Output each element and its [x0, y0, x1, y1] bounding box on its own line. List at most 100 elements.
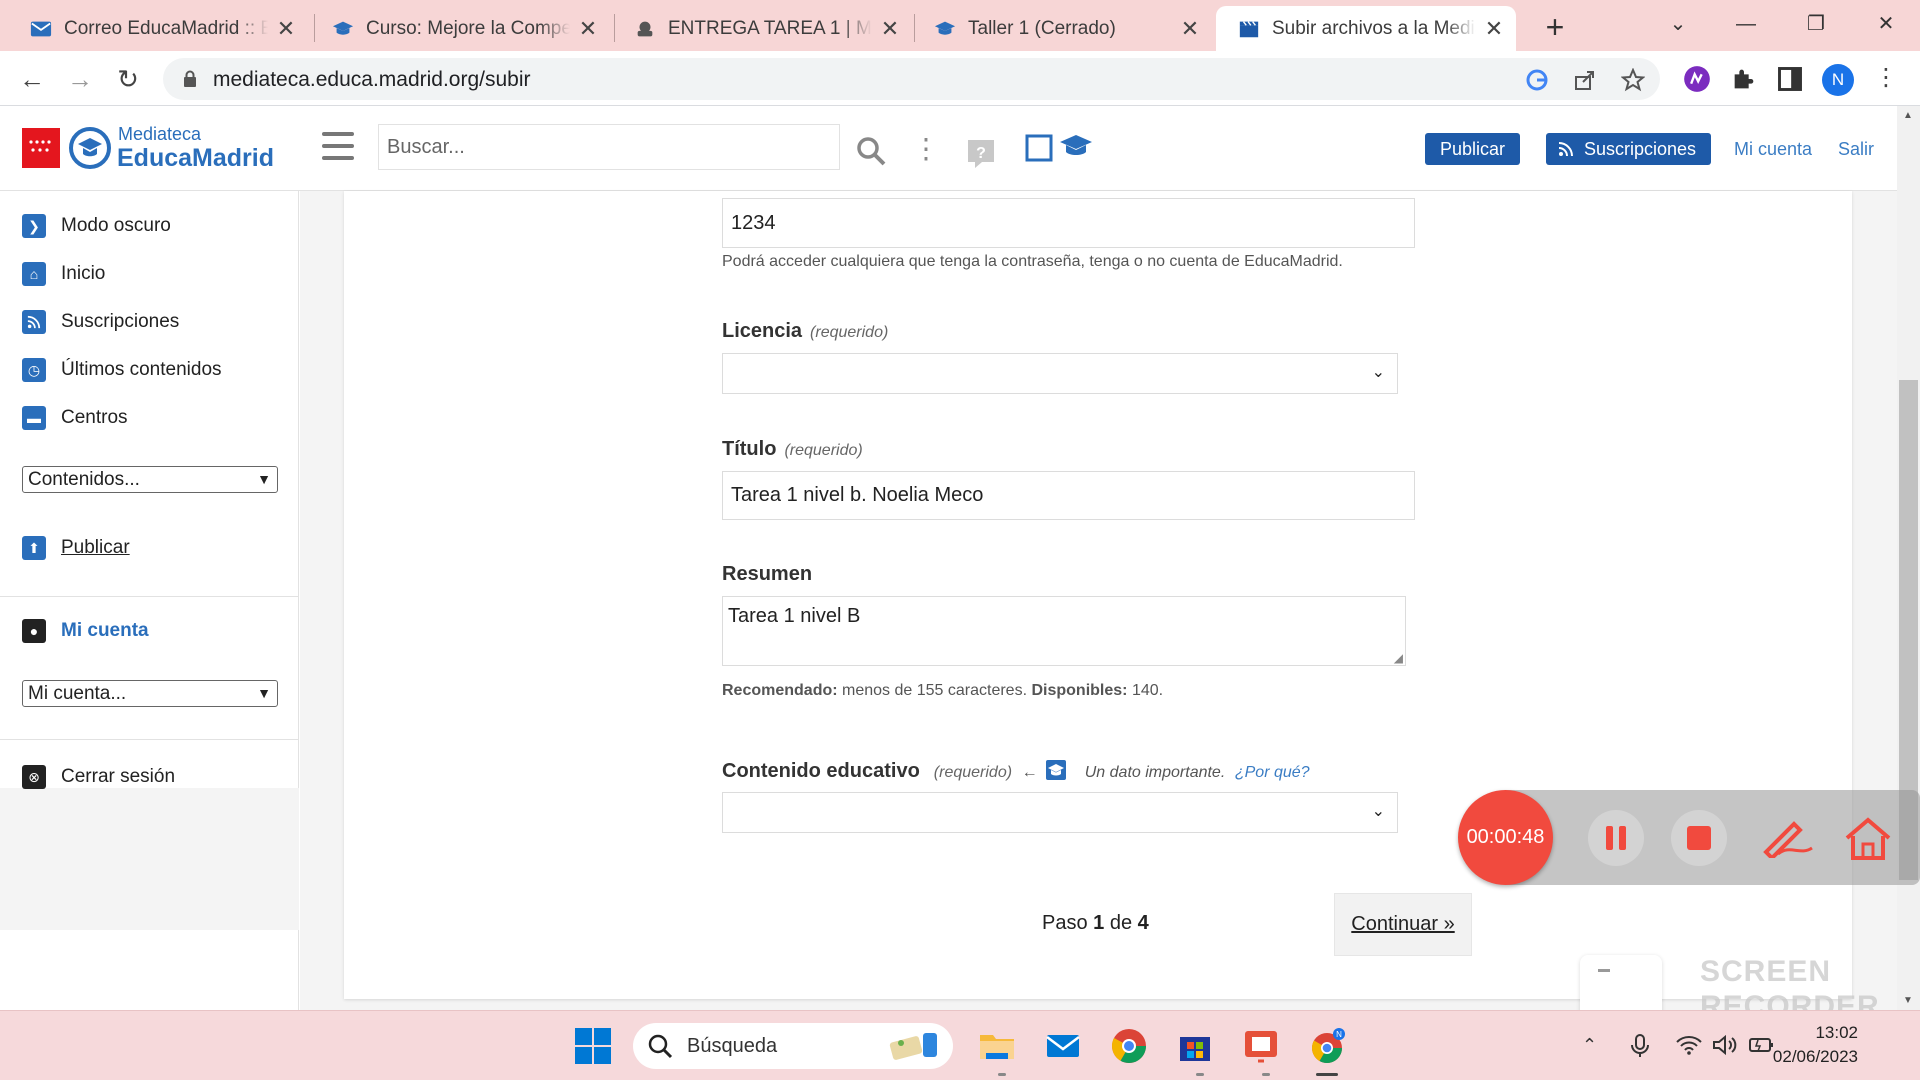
file-explorer-icon[interactable]	[978, 1027, 1016, 1065]
side-panel-icon[interactable]	[1776, 65, 1804, 93]
reload-icon[interactable]: ↻	[108, 59, 148, 99]
educamadrid-logo-icon[interactable]	[68, 126, 112, 170]
tab-correo[interactable]: Correo EducaMadrid :: En ✕	[8, 6, 308, 51]
continue-button[interactable]: Continuar »	[1334, 893, 1472, 956]
restore-icon[interactable]: ❐	[1786, 6, 1846, 42]
close-tab-icon[interactable]: ✕	[1178, 16, 1202, 42]
square-view-icon[interactable]	[1025, 134, 1053, 162]
step-of: de	[1109, 912, 1133, 934]
step-total: 4	[1137, 912, 1149, 934]
account-link[interactable]: Mi cuenta	[1734, 139, 1812, 160]
tab-taller[interactable]: Taller 1 (Cerrado) ✕	[912, 6, 1212, 51]
contents-select[interactable]: Contenidos... ▼	[22, 466, 278, 493]
sidebar-account-title[interactable]: ● Mi cuenta	[22, 617, 149, 645]
more-options-icon[interactable]: ⋮	[912, 132, 940, 165]
back-icon[interactable]: ←	[12, 59, 52, 99]
share-icon[interactable]	[1573, 68, 1597, 92]
pause-recording-button[interactable]	[1588, 810, 1644, 866]
sidebar-item-centers[interactable]: ▬ Centros	[22, 404, 128, 432]
scroll-down-icon[interactable]: ▼	[1903, 995, 1913, 1006]
sidebar-item-home[interactable]: ⌂ Inicio	[22, 260, 105, 288]
mail-icon	[30, 21, 52, 36]
close-tab-icon[interactable]: ✕	[878, 16, 902, 42]
search-highlight-icon	[889, 1033, 937, 1060]
tab-subir-archivos[interactable]: Subir archivos a la Mediat ✕	[1216, 6, 1516, 51]
title-value: Tarea 1 nivel b. Noelia Meco	[731, 484, 984, 506]
windows-start-icon[interactable]	[574, 1027, 612, 1065]
profile-avatar[interactable]: N	[1822, 64, 1854, 96]
upload-icon: ⬆	[22, 536, 46, 560]
title-input[interactable]: Tarea 1 nivel b. Noelia Meco	[722, 471, 1415, 520]
left-sidebar: ❯ Modo oscuro ⌂ Inicio Suscripciones ◷ Ú…	[0, 191, 299, 1010]
password-input[interactable]: 1234	[722, 198, 1415, 248]
close-tab-icon[interactable]: ✕	[274, 16, 298, 42]
close-tab-icon[interactable]: ✕	[1482, 16, 1506, 42]
browser-menu-icon[interactable]: ⋮	[1874, 63, 1898, 92]
why-link[interactable]: ¿Por qué?	[1235, 764, 1310, 781]
account-select[interactable]: Mi cuenta... ▼	[22, 680, 278, 707]
educational-mode-icon[interactable]	[1058, 132, 1094, 162]
draw-button[interactable]	[1759, 810, 1815, 866]
search-icon[interactable]	[855, 135, 887, 167]
minimize-icon[interactable]: —	[1716, 6, 1776, 42]
clapperboard-icon	[1239, 20, 1259, 37]
recording-timer[interactable]: 00:00:48	[1458, 790, 1553, 885]
logo-title[interactable]: EducaMadrid	[117, 144, 274, 173]
scroll-up-icon[interactable]: ▲	[1903, 110, 1913, 121]
step-current: 1	[1093, 912, 1105, 934]
battery-icon[interactable]	[1748, 1035, 1776, 1055]
volume-icon[interactable]	[1712, 1034, 1738, 1056]
hamburger-menu-icon[interactable]	[322, 132, 354, 162]
google-icon[interactable]	[1525, 68, 1549, 92]
sidebar-item-publish[interactable]: ⬆ Publicar	[22, 534, 130, 562]
screen-recorder-app-icon[interactable]	[1242, 1027, 1280, 1065]
chevron-down-icon: ⌄	[1371, 803, 1385, 820]
search-input[interactable]	[378, 124, 840, 170]
license-select[interactable]: ⌄	[722, 353, 1398, 394]
help-icon[interactable]: ?	[966, 138, 996, 170]
mail-app-icon[interactable]	[1044, 1027, 1082, 1065]
tab-search-icon[interactable]: ⌄	[1648, 6, 1708, 42]
close-window-icon[interactable]: ✕	[1856, 6, 1916, 42]
summary-textarea[interactable]: Tarea 1 nivel B ◢	[722, 596, 1406, 666]
educational-content-label: Contenido educativo (requerido) ← Un dato…	[722, 759, 1310, 783]
sidebar-item-subscriptions[interactable]: Suscripciones	[22, 308, 179, 336]
educational-content-select[interactable]: ⌄	[722, 792, 1398, 833]
required-note: (requerido)	[810, 324, 889, 341]
logout-link[interactable]: Salir	[1838, 139, 1874, 160]
microsoft-store-icon[interactable]	[1176, 1027, 1214, 1065]
address-bar[interactable]: mediateca.educa.madrid.org/subir	[163, 58, 1660, 100]
active-indicator	[1316, 1073, 1338, 1076]
resize-handle-icon[interactable]: ◢	[1394, 651, 1403, 665]
extensions-puzzle-icon[interactable]	[1730, 65, 1758, 93]
tab-curso[interactable]: Curso: Mejore la Compete ✕	[310, 6, 610, 51]
chrome-icon[interactable]	[1110, 1027, 1148, 1065]
sidebar-item-latest-contents[interactable]: ◷ Últimos contenidos	[22, 356, 222, 384]
wifi-icon[interactable]	[1676, 1035, 1702, 1055]
sidebar-item-logout[interactable]: ⊗ Cerrar sesión	[22, 763, 175, 791]
new-tab-button[interactable]: +	[1535, 8, 1575, 46]
clock-icon: ◷	[22, 358, 46, 382]
system-clock[interactable]: 13:02 02/06/2023	[1773, 1021, 1858, 1069]
graduation-cap-icon	[332, 21, 354, 35]
pause-icon	[1606, 826, 1626, 850]
chrome-profile-icon[interactable]: N	[1308, 1027, 1346, 1065]
subscriptions-button[interactable]: Suscripciones	[1546, 133, 1712, 165]
show-hidden-icons-icon[interactable]: ⌃	[1582, 1035, 1597, 1056]
svg-text:?: ?	[976, 145, 986, 162]
tab-title: Correo EducaMadrid :: En	[64, 17, 268, 39]
extension-purple-icon[interactable]	[1683, 65, 1711, 93]
microphone-icon[interactable]	[1630, 1033, 1650, 1059]
forward-icon[interactable]: →	[60, 59, 100, 99]
recorder-home-button[interactable]	[1840, 810, 1896, 866]
publish-button[interactable]: Publicar	[1425, 133, 1521, 165]
tab-entrega-tarea[interactable]: ENTREGA TAREA 1 | Mejo ✕	[612, 6, 912, 51]
bookmark-star-icon[interactable]	[1621, 68, 1645, 92]
close-tab-icon[interactable]: ✕	[576, 16, 600, 42]
available-count: 140.	[1131, 682, 1164, 699]
minimize-icon	[1598, 969, 1610, 972]
taskbar-search[interactable]: Búsqueda	[633, 1023, 953, 1069]
stop-recording-button[interactable]	[1671, 810, 1727, 866]
sidebar-item-dark-mode[interactable]: ❯ Modo oscuro	[22, 212, 171, 240]
running-indicator	[1196, 1073, 1204, 1076]
